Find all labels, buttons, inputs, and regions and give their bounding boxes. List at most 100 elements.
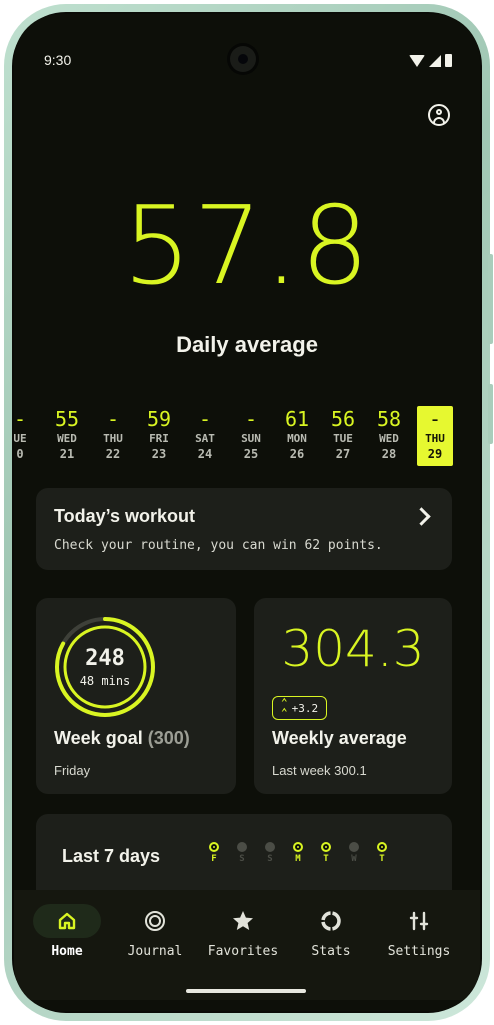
nav-label: Settings	[387, 944, 451, 959]
missed-dot	[265, 842, 275, 852]
day-date: 24	[197, 447, 213, 461]
day-date: 23	[151, 447, 167, 461]
completed-dot	[321, 842, 331, 852]
weekly-average-value: 304.3	[281, 620, 425, 678]
nav-favorites[interactable]: Favorites	[199, 890, 287, 959]
change-value: +3.2	[291, 701, 319, 715]
day-name: SAT	[195, 432, 215, 445]
day-item[interactable]: 56 TUE 27	[325, 406, 361, 466]
missed-dot	[237, 842, 247, 852]
day-name: FRI	[149, 432, 169, 445]
front-camera	[230, 46, 256, 72]
double-chevron-up-icon: ⌃ ⌃	[281, 696, 288, 719]
day-item[interactable]: - UE 0	[14, 406, 38, 466]
day-value: 56	[330, 407, 356, 431]
workout-subtitle: Check your routine, you can win 62 point…	[54, 538, 383, 553]
week-goal-title: Week goal (300)	[54, 728, 190, 749]
nav-home[interactable]: Home	[23, 890, 111, 959]
nav-label: Favorites	[207, 944, 279, 959]
nav-label: Stats	[311, 944, 351, 959]
missed-dot	[349, 842, 359, 852]
wifi-icon	[409, 55, 425, 67]
change-badge: ⌃ ⌃ +3.2	[272, 696, 328, 720]
day-dot: W	[346, 842, 362, 864]
gesture-bar[interactable]	[186, 989, 306, 993]
day-item[interactable]: 55 WED 21	[49, 406, 85, 466]
settings-icon	[409, 911, 429, 931]
dot-day-letter: W	[351, 854, 357, 864]
day-item[interactable]: - SUN 25	[233, 406, 269, 466]
day-item[interactable]: - SAT 24	[187, 406, 223, 466]
day-item-selected[interactable]: - THU 29	[417, 406, 453, 466]
dot-day-letter: S	[267, 854, 273, 864]
day-value: 55	[54, 407, 80, 431]
home-pill	[33, 904, 101, 938]
day-date: 22	[105, 447, 121, 461]
stats-pill	[297, 904, 365, 938]
week-goal-minutes: 48 mins	[79, 674, 131, 688]
day-name: THU	[103, 432, 123, 445]
day-name: SUN	[241, 432, 261, 445]
dot-day-letter: T	[379, 854, 385, 864]
home-icon	[58, 912, 76, 930]
day-value: 58	[376, 407, 402, 431]
daily-average-label: Daily average	[176, 332, 318, 357]
day-item[interactable]: 58 WED 28	[371, 406, 407, 466]
todays-workout-card[interactable]: Today’s workout Check your routine, you …	[36, 488, 452, 570]
weekly-average-card[interactable]: 304.3 ⌃⌃ +3.2 Daily average Weekly avera…	[254, 598, 452, 794]
bottom-navigation: Home Journal Favorites Stats Settings	[14, 890, 480, 1000]
dot-day-letter: F	[211, 854, 217, 864]
dot-day-letter: S	[239, 854, 245, 864]
day-item[interactable]: - THU 22	[95, 406, 131, 466]
day-item[interactable]: 59 FRI 23	[141, 406, 177, 466]
daily-average-value: 57.8	[122, 184, 372, 309]
profile-icon[interactable]	[428, 104, 450, 126]
day-dot: S	[262, 842, 278, 864]
completed-dot	[293, 842, 303, 852]
day-name: UE	[14, 432, 27, 445]
day-name: WED	[57, 432, 77, 445]
day-dot: S	[234, 842, 250, 864]
day-dot: T	[318, 842, 334, 864]
day-date: 27	[335, 447, 351, 461]
day-value: -	[106, 407, 120, 431]
day-date: 28	[381, 447, 397, 461]
day-date: 21	[59, 447, 75, 461]
day-strip[interactable]: - UE 0 55 WED 21 - THU 22 59 FRI 23 - SA…	[14, 406, 480, 468]
day-value: -	[14, 407, 27, 431]
day-item[interactable]: 61 MON 26	[279, 406, 315, 466]
nav-journal[interactable]: Journal	[111, 890, 199, 959]
day-name: THU	[425, 432, 445, 445]
dot-day-letter: M	[295, 854, 301, 864]
status-time: 9:30	[44, 52, 72, 68]
day-name: WED	[379, 432, 399, 445]
signal-icon	[429, 55, 441, 67]
nav-stats[interactable]: Stats	[287, 890, 375, 959]
workout-title: Today’s workout	[54, 506, 196, 526]
weekly-average-label: Weekly average	[272, 728, 407, 748]
day-value: -	[428, 407, 442, 431]
screen: 9:30 57.8 Daily average - UE 0 55 WED 21…	[14, 14, 480, 1011]
power-button	[488, 384, 493, 444]
day-value: 61	[284, 407, 310, 431]
day-date: 29	[427, 447, 443, 461]
day-dot: F	[206, 842, 222, 864]
week-goal-card[interactable]: 248 48 mins Week goal (300) Friday	[36, 598, 236, 794]
nav-settings[interactable]: Settings	[375, 890, 463, 959]
week-goal-label: Week goal	[54, 728, 143, 748]
day-date: 0	[16, 447, 24, 461]
stats-icon	[321, 911, 341, 931]
day-value: -	[244, 407, 258, 431]
star-icon	[233, 911, 253, 930]
battery-icon	[445, 54, 452, 67]
day-name: MON	[287, 432, 307, 445]
nav-label: Journal	[127, 944, 183, 959]
day-name: TUE	[333, 432, 353, 445]
day-value: 59	[146, 407, 172, 431]
volume-button	[488, 254, 493, 344]
day-date: 26	[289, 447, 305, 461]
nav-label: Home	[51, 944, 83, 959]
day-value: -	[198, 407, 212, 431]
status-icons	[409, 54, 452, 67]
day-dot: M	[290, 842, 306, 864]
